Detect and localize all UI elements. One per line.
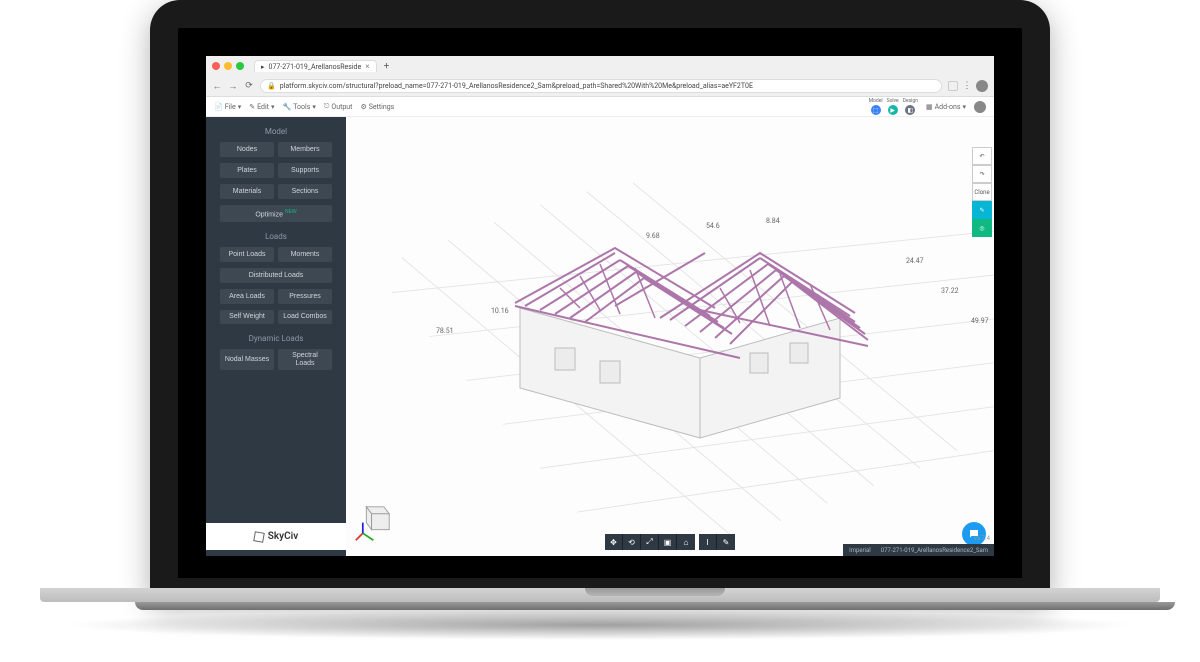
self-weight-button[interactable]: Self Weight xyxy=(220,310,274,324)
minimize-window-icon[interactable] xyxy=(224,62,232,70)
url-text: platform.skyciv.com/structural?preload_n… xyxy=(280,82,753,90)
bottom-toolbar: ✥ ⟲ ⤢ ▣ ⌂ I ✎ xyxy=(605,534,735,550)
pen-tool-icon[interactable]: ✎ xyxy=(972,201,992,219)
menu-settings[interactable]: ⚙ Settings xyxy=(360,103,394,111)
sidebar: Model Nodes Members Plates Supports Mate… xyxy=(206,117,346,556)
close-tab-icon[interactable]: × xyxy=(365,62,369,71)
nodes-button[interactable]: Nodes xyxy=(220,142,274,157)
model-building xyxy=(460,198,880,458)
pressures-button[interactable]: Pressures xyxy=(278,289,332,304)
forward-icon[interactable]: → xyxy=(228,81,238,91)
menu-edit[interactable]: ✎ Edit ▾ xyxy=(249,103,274,111)
load-combos-button[interactable]: Load Combos xyxy=(278,310,332,324)
app-topbar: 📄 File ▾ ✎ Edit ▾ 🔧 Tools ▾ ⎋ Output ⚙ S… xyxy=(206,97,994,117)
close-window-icon[interactable] xyxy=(212,62,220,70)
menu-output[interactable]: ⎋ Output xyxy=(324,102,353,111)
version-label: v5.7.4 xyxy=(974,535,990,542)
maximize-window-icon[interactable] xyxy=(236,62,244,70)
spectral-loads-button[interactable]: Spectral Loads xyxy=(278,349,332,370)
help-chat-button[interactable] xyxy=(962,522,986,546)
dim-b: 10.16 xyxy=(491,307,509,315)
tab-favicon-icon: ▸ xyxy=(261,63,265,71)
app-avatar[interactable] xyxy=(974,101,986,113)
tab-title: 077-271-019_ArellanosReside xyxy=(269,63,362,71)
menu-addons[interactable]: ▦ Add-ons ▾ xyxy=(926,103,966,111)
back-icon[interactable]: ← xyxy=(212,81,222,91)
right-toolbox: ↶ ↷ Clone ✎ ◎ xyxy=(972,147,992,237)
clone-button[interactable]: Clone xyxy=(972,183,992,201)
sidebar-heading-loads: Loads xyxy=(265,232,287,241)
view-fit-icon[interactable]: ▣ xyxy=(659,534,677,550)
menu-tools[interactable]: 🔧 Tools ▾ xyxy=(282,103,315,111)
dim-c: 9.68 xyxy=(646,232,660,240)
distributed-loads-button[interactable]: Distributed Loads xyxy=(220,268,332,283)
view-move-icon[interactable]: ✥ xyxy=(605,534,623,550)
dim-g: 37.22 xyxy=(941,287,959,295)
status-file: 077-271-019_ArellanosResidence2_Sam xyxy=(881,547,988,554)
mode-design[interactable]: Design◧ xyxy=(903,98,918,115)
mode-solve[interactable]: Solve▶ xyxy=(887,98,899,115)
dim-a: 78.51 xyxy=(436,327,454,335)
address-bar[interactable]: 🔒 platform.skyciv.com/structural?preload… xyxy=(260,79,942,93)
viewport-3d[interactable]: 78.51 10.16 9.68 54.6 8.84 24.47 37.22 4… xyxy=(346,117,994,556)
dim-d: 54.6 xyxy=(706,222,720,230)
reload-icon[interactable]: ⟳ xyxy=(244,81,254,91)
moments-button[interactable]: Moments xyxy=(278,247,332,262)
cube-icon xyxy=(253,531,265,543)
redo-icon[interactable]: ↷ xyxy=(972,165,992,183)
sections-button[interactable]: Sections xyxy=(278,184,332,199)
extension-icon[interactable] xyxy=(948,81,958,91)
sidebar-heading-model: Model xyxy=(265,127,287,136)
mode-model[interactable]: Model⬚ xyxy=(869,98,883,115)
toggle-labels-icon[interactable]: I xyxy=(699,534,717,550)
view-cube[interactable] xyxy=(354,498,398,542)
dim-e: 8.84 xyxy=(766,217,780,225)
area-loads-button[interactable]: Area Loads xyxy=(220,289,274,304)
point-loads-button[interactable]: Point Loads xyxy=(220,247,274,262)
window-controls[interactable] xyxy=(212,62,244,70)
view-zoom-icon[interactable]: ⤢ xyxy=(641,534,659,550)
brand-logo: SkyCiv xyxy=(206,523,346,550)
members-button[interactable]: Members xyxy=(278,142,332,157)
menu-file[interactable]: 📄 File ▾ xyxy=(214,103,241,111)
plates-button[interactable]: Plates xyxy=(220,163,274,178)
optimize-button[interactable]: OptimizeNEW xyxy=(220,205,332,222)
supports-button[interactable]: Supports xyxy=(278,163,332,178)
measure-icon[interactable]: ✎ xyxy=(717,534,735,550)
lock-icon: 🔒 xyxy=(267,82,276,90)
status-bar: Imperial 077-271-019_ArellanosResidence2… xyxy=(843,544,994,556)
dim-h: 49.97 xyxy=(971,317,989,325)
menu-dots-icon[interactable]: ⋮ xyxy=(962,81,972,91)
new-tab-button[interactable]: + xyxy=(381,61,393,72)
profile-avatar[interactable] xyxy=(976,80,988,92)
status-units: Imperial xyxy=(849,547,871,554)
materials-button[interactable]: Materials xyxy=(220,184,274,199)
target-tool-icon[interactable]: ◎ xyxy=(972,219,992,237)
view-home-icon[interactable]: ⌂ xyxy=(677,534,695,550)
view-rotate-icon[interactable]: ⟲ xyxy=(623,534,641,550)
nodal-masses-button[interactable]: Nodal Masses xyxy=(220,349,274,370)
browser-tab[interactable]: ▸ 077-271-019_ArellanosReside × xyxy=(254,60,377,72)
sidebar-heading-dynamic: Dynamic Loads xyxy=(249,334,304,343)
dim-f: 24.47 xyxy=(906,257,924,265)
undo-icon[interactable]: ↶ xyxy=(972,147,992,165)
browser-chrome: ▸ 077-271-019_ArellanosReside × + ← → ⟳ … xyxy=(206,56,994,97)
